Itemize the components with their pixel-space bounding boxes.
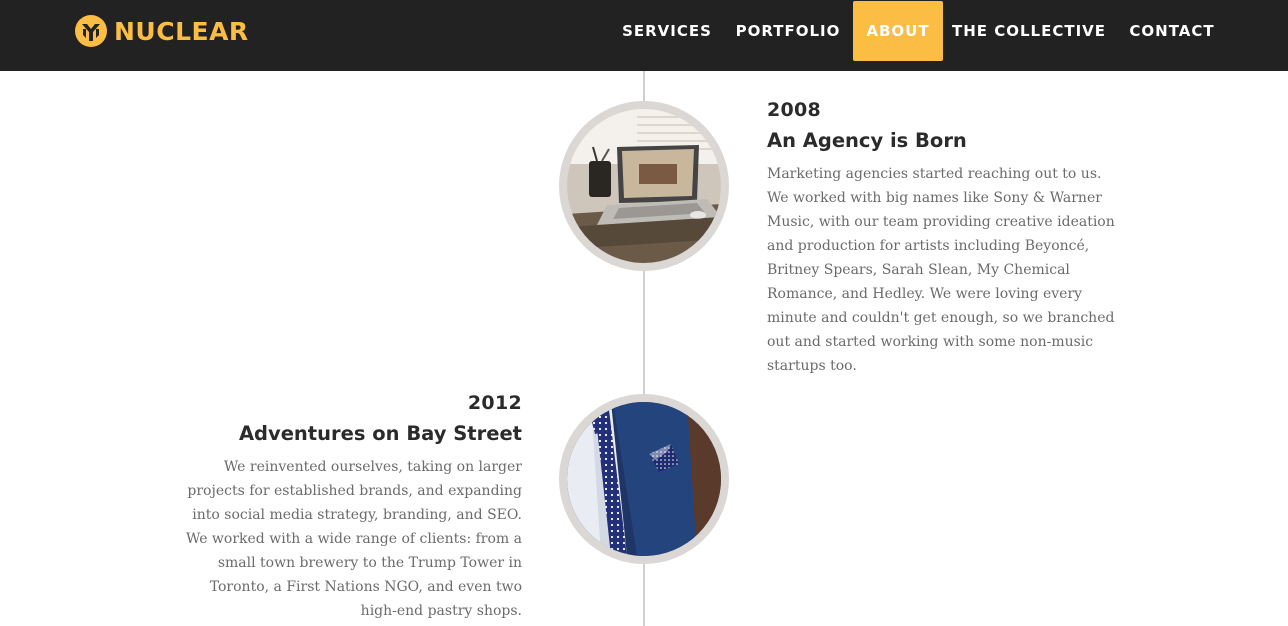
nav-about[interactable]: ABOUT: [853, 1, 943, 61]
top-navbar: NUCLEAR SERVICES PORTFOLIO ABOUT THE COL…: [0, 0, 1288, 71]
laptop-photo: [567, 109, 721, 263]
timeline-title-2012: Adventures on Bay Street: [238, 422, 522, 445]
nav-contact[interactable]: CONTACT: [1121, 1, 1223, 61]
nav-the-collective[interactable]: THE COLLECTIVE: [949, 1, 1109, 61]
nuclear-logo-icon: [75, 15, 107, 47]
brand-logo[interactable]: NUCLEAR: [74, 14, 249, 48]
timeline-text-2008: Marketing agencies started reaching out …: [767, 166, 1115, 374]
timeline-title-2008: An Agency is Born: [767, 129, 967, 152]
timeline-text-2012: We reinvented ourselves, taking on large…: [185, 459, 522, 619]
timeline-year-2012: 2012: [467, 392, 522, 414]
nav-portfolio[interactable]: PORTFOLIO: [730, 1, 846, 61]
timeline-year-2008: 2008: [767, 99, 822, 121]
timeline-image-laptop: [559, 101, 729, 271]
suit-photo: [567, 402, 721, 556]
timeline-image-suit: [559, 394, 729, 564]
brand-name: NUCLEAR: [114, 16, 249, 46]
nav-services[interactable]: SERVICES: [615, 1, 719, 61]
